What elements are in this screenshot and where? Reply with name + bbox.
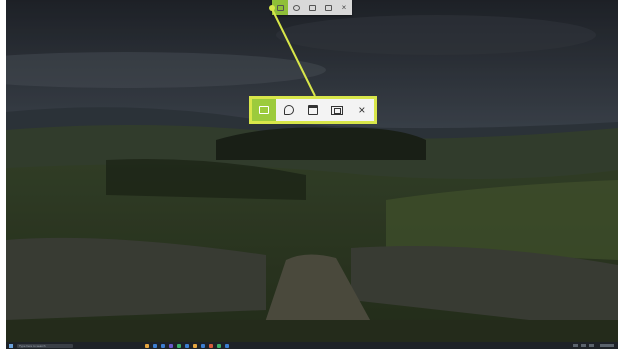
fullscreen-snip-icon: [331, 105, 344, 115]
fullscreen-snip-icon: [324, 4, 332, 11]
snip-toolbar: ×: [272, 0, 352, 15]
callout-freeform-snip-button[interactable]: [276, 99, 300, 121]
snip-overlay-dim: [6, 0, 618, 342]
callout-fullscreen-snip-button[interactable]: [325, 99, 349, 121]
rectangular-snip-button[interactable]: [272, 0, 288, 15]
taskbar-apps: [145, 343, 229, 348]
desktop-screen: Type here to search: [6, 0, 618, 349]
taskbar-app-icon[interactable]: [217, 343, 221, 348]
tray-icon[interactable]: [573, 344, 578, 347]
taskbar-app-icon[interactable]: [161, 343, 165, 348]
rectangle-snip-icon: [276, 4, 284, 11]
taskbar-app-icon[interactable]: [169, 343, 173, 348]
taskbar-app-icon[interactable]: [145, 343, 149, 348]
taskbar-app-icon[interactable]: [185, 343, 189, 348]
window-snip-button[interactable]: [304, 0, 320, 15]
freeform-snip-icon: [292, 4, 300, 11]
taskbar-app-icon[interactable]: [209, 343, 213, 348]
close-icon: ×: [358, 103, 366, 117]
start-icon[interactable]: [9, 343, 13, 348]
callout-rectangular-snip-button[interactable]: [252, 99, 277, 121]
taskbar-app-icon[interactable]: [201, 343, 205, 348]
snip-toolbar-callout: ×: [249, 96, 377, 124]
callout-close-button[interactable]: ×: [350, 99, 374, 121]
window-snip-icon: [308, 105, 319, 115]
taskbar-app-icon[interactable]: [225, 343, 229, 348]
taskbar-app-icon[interactable]: [177, 343, 181, 348]
tray-icon[interactable]: [581, 344, 586, 347]
system-tray: [573, 344, 594, 347]
tray-icon[interactable]: [589, 344, 594, 347]
window-snip-icon: [308, 4, 316, 11]
freeform-snip-button[interactable]: [288, 0, 304, 15]
close-snip-button[interactable]: ×: [336, 0, 352, 15]
callout-window-snip-button[interactable]: [301, 99, 325, 121]
rectangle-snip-icon: [259, 106, 270, 114]
clock[interactable]: [600, 344, 614, 347]
taskbar-app-icon[interactable]: [153, 343, 157, 348]
freeform-snip-icon: [283, 105, 294, 115]
taskbar-app-icon[interactable]: [193, 343, 197, 348]
taskbar: Type here to search: [6, 342, 618, 349]
taskbar-search-input[interactable]: Type here to search: [17, 343, 73, 348]
callout-toolbar: ×: [252, 99, 374, 121]
fullscreen-snip-button[interactable]: [320, 0, 336, 15]
close-icon: ×: [341, 2, 347, 12]
